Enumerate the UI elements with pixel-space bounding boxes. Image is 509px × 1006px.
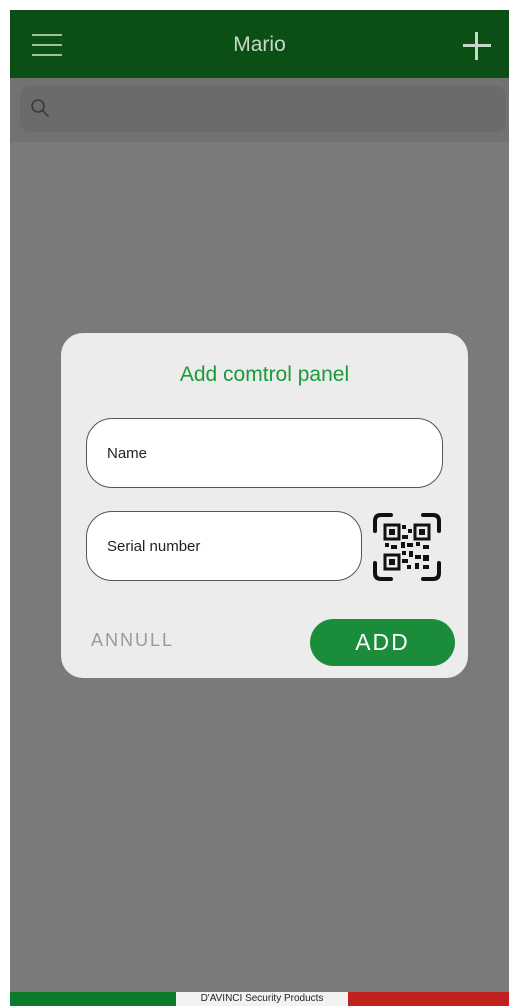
add-plus-icon[interactable]: [463, 32, 491, 60]
name-input[interactable]: [107, 419, 391, 487]
top-app-bar: Mario: [10, 10, 509, 78]
serial-number-field[interactable]: [86, 511, 362, 581]
footer-red-stripe: [348, 992, 509, 1006]
page-title: Mario: [233, 33, 286, 56]
brand-footer: D'AVINCI Security Products: [10, 992, 509, 1006]
search-icon: [31, 99, 49, 117]
add-control-panel-dialog: Add comtrol panel Name Serial number ANN…: [61, 333, 468, 678]
dialog-title: Add comtrol panel: [179, 363, 350, 386]
footer-green-stripe: [10, 992, 176, 1006]
qr-code-scan-icon[interactable]: [371, 511, 443, 583]
add-button[interactable]: ADD: [310, 619, 455, 666]
name-field[interactable]: [86, 418, 443, 488]
search-area: [10, 78, 509, 142]
footer-brand-text: D'AVINCI Security Products: [176, 992, 348, 1006]
serial-number-input[interactable]: [107, 512, 327, 580]
cancel-button[interactable]: ANNULL: [91, 630, 174, 651]
search-bar[interactable]: [20, 86, 506, 132]
app-screen: Mario Add comtrol panel Name Serial numb…: [10, 10, 509, 1006]
